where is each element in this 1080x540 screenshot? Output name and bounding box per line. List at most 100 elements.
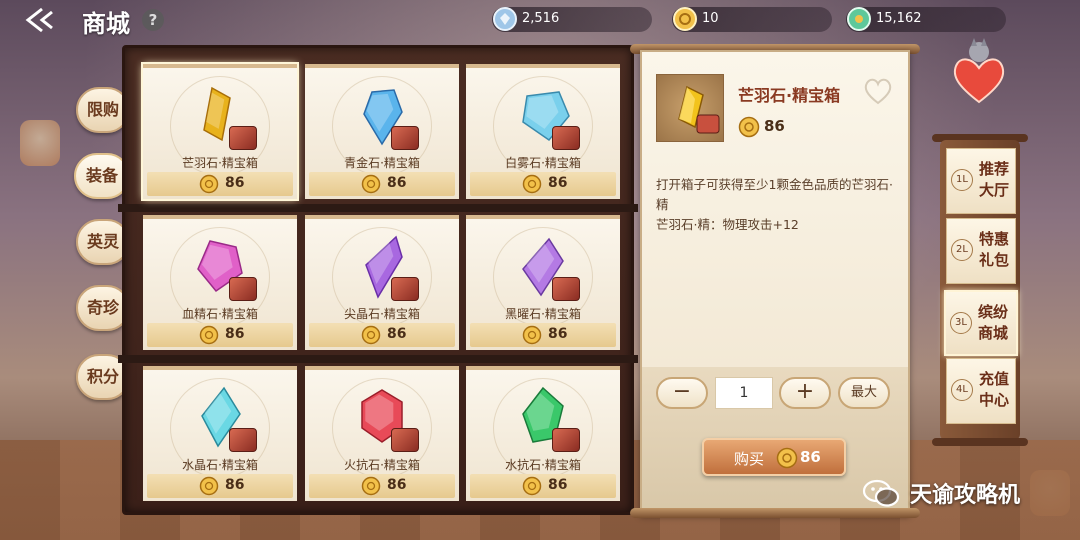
item-card[interactable]: 白雾石·精宝箱 86 <box>466 64 620 199</box>
stat-text: 芒羽石·精：物理攻击+12 <box>656 217 799 232</box>
item-description: 打开箱子可获得至少1颗金色品质的芒羽石·精 芒羽石·精：物理攻击+12 <box>656 175 896 235</box>
help-button[interactable]: ? <box>142 9 164 31</box>
item-price: 86 <box>548 175 568 191</box>
item-name: 黑曜石·精宝箱 <box>505 307 581 321</box>
nav-rod-bottom <box>932 438 1028 446</box>
floor-badge: 3L <box>950 312 972 334</box>
nav-item-recommend[interactable]: 1L 推荐大厅 <box>946 148 1016 214</box>
treasure-box-icon <box>391 126 419 150</box>
gold-coin-icon <box>361 325 381 345</box>
buy-label: 购买 <box>734 450 765 468</box>
gold-coin-icon <box>738 116 760 138</box>
gold-coupon-icon <box>673 7 697 31</box>
nav-item-label: 充值中心 <box>978 370 1009 409</box>
currency-diamond[interactable]: 2,516 <box>492 7 652 32</box>
price-bar: 86 <box>309 323 455 347</box>
item-detail-name: 芒羽石·精宝箱 <box>738 86 841 105</box>
item-detail-panel: 芒羽石·精宝箱 86 打开箱子可获得至少1颗金色品质的芒羽石·精 芒羽石·精：物… <box>640 50 910 515</box>
watermark-text: 天谕攻略机 <box>910 483 1021 508</box>
gold-coin-icon <box>199 174 219 194</box>
gold-coin-icon <box>199 325 219 345</box>
currency-value: 15,162 <box>876 11 922 26</box>
page-title: 商城 <box>82 10 130 38</box>
price-bar: 86 <box>147 323 293 347</box>
item-name: 尖晶石·精宝箱 <box>344 307 420 321</box>
price-bar: 86 <box>309 474 455 498</box>
item-price: 86 <box>387 326 407 342</box>
treasure-box-icon <box>552 126 580 150</box>
gold-coin-icon <box>522 476 542 496</box>
item-card[interactable]: 尖晶石·精宝箱 86 <box>305 215 459 350</box>
price-bar: 86 <box>470 323 616 347</box>
item-name: 水晶石·精宝箱 <box>182 458 258 472</box>
currency-coupon[interactable]: 10 <box>672 7 832 32</box>
item-card[interactable]: 火抗石·精宝箱 86 <box>305 366 459 501</box>
nav-item-recharge[interactable]: 4L 充值中心 <box>946 358 1016 424</box>
item-name: 青金石·精宝箱 <box>344 156 420 170</box>
gold-coin-icon <box>361 174 381 194</box>
gold-coin-icon <box>199 476 219 496</box>
lantern-decoration <box>20 120 60 166</box>
item-card[interactable]: 水晶石·精宝箱 86 <box>143 366 297 501</box>
item-price: 86 <box>387 175 407 191</box>
gold-coin-icon <box>522 174 542 194</box>
favorite-heart-icon[interactable] <box>862 76 894 106</box>
item-price: 86 <box>548 477 568 493</box>
back-button[interactable] <box>24 6 60 34</box>
item-detail-price: 86 <box>764 117 785 135</box>
price-bar: 86 <box>470 172 616 196</box>
scroll-rod-bottom <box>630 508 920 518</box>
item-name: 芒羽石·精宝箱 <box>182 156 258 170</box>
nav-item-label: 特惠礼包 <box>978 230 1009 269</box>
item-price: 86 <box>225 477 245 493</box>
currency-value: 2,516 <box>522 11 560 26</box>
item-price: 86 <box>548 326 568 342</box>
gold-coin-icon <box>776 447 798 469</box>
item-thumbnail <box>656 74 724 142</box>
price-bar: 86 <box>309 172 455 196</box>
price-bar: 86 <box>147 172 293 196</box>
treasure-box-icon <box>552 277 580 301</box>
nav-item-label: 缤纷商城 <box>977 303 1008 342</box>
item-card[interactable]: 血精石·精宝箱 86 <box>143 215 297 350</box>
price-bar: 86 <box>147 474 293 498</box>
mascot-heart-icon[interactable] <box>944 38 1014 108</box>
yellow-gem-icon <box>678 85 720 134</box>
item-name: 白雾石·精宝箱 <box>505 156 581 170</box>
quantity-input[interactable]: 1 <box>715 377 773 409</box>
item-card[interactable]: 黑曜石·精宝箱 86 <box>466 215 620 350</box>
wechat-icon <box>862 479 900 507</box>
description-text: 打开箱子可获得至少1颗金色品质的芒羽石·精 <box>656 177 893 212</box>
item-price: 86 <box>225 175 245 191</box>
floor-badge: 1L <box>951 169 973 191</box>
gold-coin-icon <box>522 325 542 345</box>
treasure-box-icon <box>229 428 257 452</box>
item-card[interactable]: 青金石·精宝箱 86 <box>305 64 459 199</box>
buy-button[interactable]: 购买 86 <box>702 438 846 476</box>
jade-currency-icon <box>847 7 871 31</box>
item-name: 水抗石·精宝箱 <box>505 458 581 472</box>
treasure-box-icon <box>391 428 419 452</box>
item-card[interactable]: 芒羽石·精宝箱 86 <box>141 62 299 201</box>
floor-badge: 4L <box>951 379 973 401</box>
currency-jade[interactable]: 15,162 <box>846 7 1006 32</box>
floor-badge: 2L <box>951 239 973 261</box>
decrease-quantity-button[interactable]: − <box>656 377 708 409</box>
treasure-box-icon <box>229 126 257 150</box>
max-quantity-button[interactable]: 最大 <box>838 377 890 409</box>
top-bar: 商城 ? 2,516 10 15,162 <box>0 0 1080 40</box>
item-name: 血精石·精宝箱 <box>182 307 258 321</box>
item-card[interactable]: 水抗石·精宝箱 86 <box>466 366 620 501</box>
increase-quantity-button[interactable]: + <box>779 377 831 409</box>
currency-value: 10 <box>702 11 719 26</box>
treasure-box-icon <box>391 277 419 301</box>
treasure-box-icon <box>552 428 580 452</box>
treasure-box-icon <box>229 277 257 301</box>
nav-item-shop[interactable]: 3L 缤纷商城 <box>944 290 1018 356</box>
shelf-divider <box>118 204 638 212</box>
gold-coin-icon <box>361 476 381 496</box>
back-arrow-icon <box>25 7 53 33</box>
nav-item-special[interactable]: 2L 特惠礼包 <box>946 218 1016 284</box>
diamond-currency-icon <box>493 7 517 31</box>
item-price: 86 <box>225 326 245 342</box>
